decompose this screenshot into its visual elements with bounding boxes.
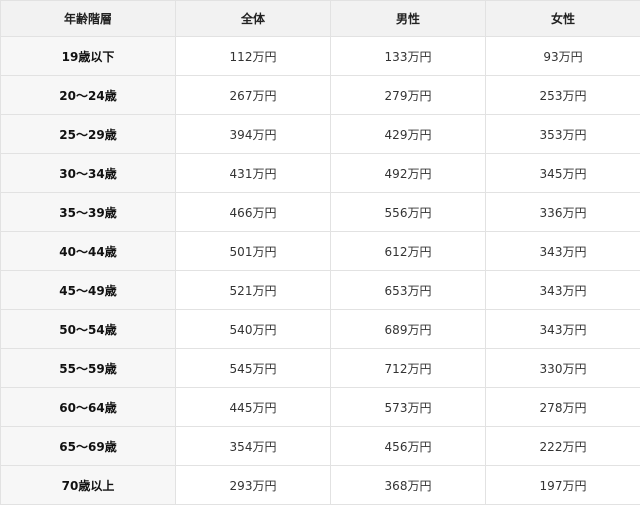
table-row: 70歳以上 293万円 368万円 197万円 — [0, 465, 640, 505]
age-group-cell: 65〜69歳 — [0, 426, 176, 466]
female-income-cell: 336万円 — [485, 192, 640, 232]
female-income-cell: 197万円 — [485, 465, 640, 505]
overall-income-cell: 521万円 — [175, 270, 331, 310]
overall-income-cell: 431万円 — [175, 153, 331, 193]
overall-income-cell: 354万円 — [175, 426, 331, 466]
age-group-cell: 30〜34歳 — [0, 153, 176, 193]
male-income-cell: 429万円 — [330, 114, 486, 154]
table-body: 19歳以下 112万円 133万円 93万円 20〜24歳 267万円 279万円 253万円… — [0, 36, 640, 505]
age-group-cell: 55〜59歳 — [0, 348, 176, 388]
overall-income-cell: 545万円 — [175, 348, 331, 388]
male-income-cell: 689万円 — [330, 309, 486, 349]
male-income-cell: 368万円 — [330, 465, 486, 505]
female-income-cell: 330万円 — [485, 348, 640, 388]
age-group-cell: 50〜54歳 — [0, 309, 176, 349]
overall-income-cell: 293万円 — [175, 465, 331, 505]
age-group-cell: 35〜39歳 — [0, 192, 176, 232]
female-income-cell: 93万円 — [485, 36, 640, 76]
male-income-cell: 556万円 — [330, 192, 486, 232]
overall-income-cell: 394万円 — [175, 114, 331, 154]
overall-income-cell: 540万円 — [175, 309, 331, 349]
female-income-cell: 222万円 — [485, 426, 640, 466]
overall-income-cell: 445万円 — [175, 387, 331, 427]
male-income-cell: 612万円 — [330, 231, 486, 271]
table-row: 25〜29歳 394万円 429万円 353万円 — [0, 114, 640, 154]
male-income-cell: 133万円 — [330, 36, 486, 76]
female-income-cell: 343万円 — [485, 231, 640, 271]
age-group-cell: 45〜49歳 — [0, 270, 176, 310]
age-group-cell: 20〜24歳 — [0, 75, 176, 115]
header-male: 男性 — [330, 0, 486, 37]
header-overall: 全体 — [175, 0, 331, 37]
overall-income-cell: 112万円 — [175, 36, 331, 76]
male-income-cell: 492万円 — [330, 153, 486, 193]
header-female: 女性 — [485, 0, 640, 37]
age-group-cell: 19歳以下 — [0, 36, 176, 76]
table-row: 19歳以下 112万円 133万円 93万円 — [0, 36, 640, 76]
male-income-cell: 456万円 — [330, 426, 486, 466]
table-row: 60〜64歳 445万円 573万円 278万円 — [0, 387, 640, 427]
table-row: 65〜69歳 354万円 456万円 222万円 — [0, 426, 640, 466]
table-row: 20〜24歳 267万円 279万円 253万円 — [0, 75, 640, 115]
age-group-cell: 60〜64歳 — [0, 387, 176, 427]
female-income-cell: 278万円 — [485, 387, 640, 427]
female-income-cell: 345万円 — [485, 153, 640, 193]
table-row: 40〜44歳 501万円 612万円 343万円 — [0, 231, 640, 271]
age-group-cell: 70歳以上 — [0, 465, 176, 505]
female-income-cell: 343万円 — [485, 270, 640, 310]
header-row: 年齢階層 全体 男性 女性 — [0, 0, 640, 37]
age-group-cell: 40〜44歳 — [0, 231, 176, 271]
overall-income-cell: 466万円 — [175, 192, 331, 232]
header-age-group: 年齢階層 — [0, 0, 176, 37]
age-group-cell: 25〜29歳 — [0, 114, 176, 154]
table-row: 50〜54歳 540万円 689万円 343万円 — [0, 309, 640, 349]
table-row: 35〜39歳 466万円 556万円 336万円 — [0, 192, 640, 232]
overall-income-cell: 267万円 — [175, 75, 331, 115]
table-row: 30〜34歳 431万円 492万円 345万円 — [0, 153, 640, 193]
table-header: 年齢階層 全体 男性 女性 — [0, 0, 640, 37]
female-income-cell: 353万円 — [485, 114, 640, 154]
male-income-cell: 573万円 — [330, 387, 486, 427]
table-row: 45〜49歳 521万円 653万円 343万円 — [0, 270, 640, 310]
female-income-cell: 343万円 — [485, 309, 640, 349]
overall-income-cell: 501万円 — [175, 231, 331, 271]
male-income-cell: 712万円 — [330, 348, 486, 388]
table-row: 55〜59歳 545万円 712万円 330万円 — [0, 348, 640, 388]
female-income-cell: 253万円 — [485, 75, 640, 115]
male-income-cell: 653万円 — [330, 270, 486, 310]
income-by-age-table: 年齢階層 全体 男性 女性 19歳以下 112万円 133万円 93万円 20〜24歳 2… — [0, 0, 640, 505]
male-income-cell: 279万円 — [330, 75, 486, 115]
